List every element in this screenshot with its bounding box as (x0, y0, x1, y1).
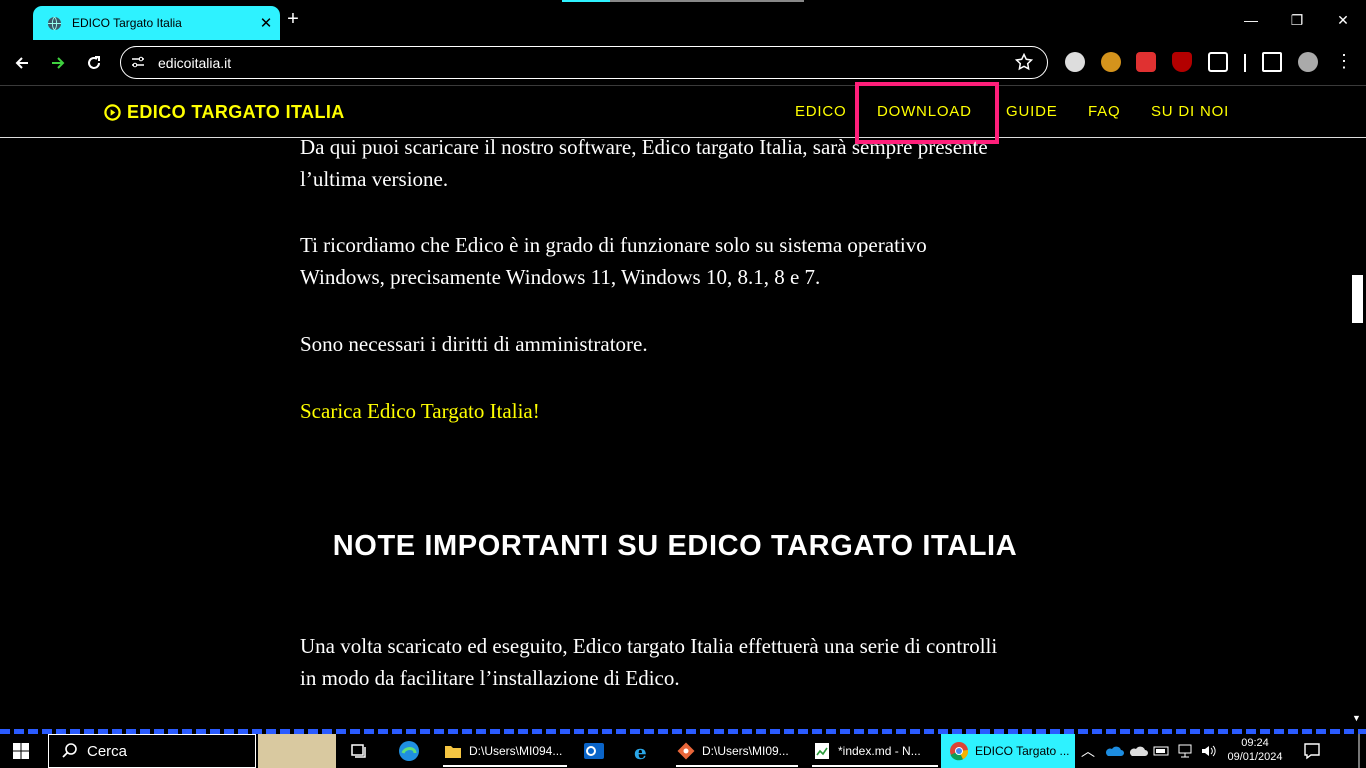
battery-icon[interactable] (1153, 734, 1171, 768)
brand-name: EDICO TARGATO ITALIA (127, 102, 345, 122)
taskbar-outlook[interactable] (582, 734, 606, 768)
admin-paragraph: Sono necessari i diritti di amministrato… (300, 332, 648, 356)
notepad-icon (815, 743, 829, 759)
taskbar-explorer[interactable]: D:\Users\MI094... (443, 734, 567, 768)
ublock-icon[interactable] (1172, 52, 1192, 72)
extension-ghost-icon[interactable] (1065, 52, 1085, 72)
git-icon (677, 742, 695, 760)
nav-faq[interactable]: FAQ (1088, 103, 1120, 120)
site-logo[interactable]: EDICO TARGATO ITALIA (104, 102, 345, 123)
play-circle-icon (104, 104, 121, 121)
taskbar-chrome[interactable]: EDICO Targato ... (941, 734, 1075, 768)
back-arrow-icon (15, 57, 28, 69)
forward-arrow-icon (52, 57, 65, 69)
menu-kebab-icon[interactable]: ⋮ (1334, 52, 1354, 72)
search-icon (62, 743, 77, 758)
site-info-icon[interactable] (130, 54, 146, 70)
clock-time: 09:24 (1241, 737, 1269, 749)
taskbar-notepad[interactable]: *index.md - N... (812, 734, 938, 768)
internet-explorer-icon: e (634, 740, 647, 763)
show-desktop-button[interactable] (1358, 734, 1360, 768)
close-window-button[interactable]: ✕ (1320, 6, 1366, 34)
restore-button[interactable]: ❐ (1274, 6, 1320, 34)
reload-button[interactable] (81, 50, 107, 76)
taskbar-notepad-label: *index.md - N... (838, 744, 921, 758)
back-button[interactable] (9, 50, 35, 76)
forward-button[interactable] (45, 50, 71, 76)
outlook-icon (584, 743, 604, 759)
tab-scroll-indicator (562, 0, 804, 2)
network-icon[interactable] (1177, 734, 1195, 768)
profile-avatar[interactable] (1298, 52, 1318, 72)
address-bar[interactable]: edicoitalia.it (120, 46, 1048, 79)
globe-icon (47, 16, 62, 30)
onedrive-icon[interactable] (1104, 734, 1124, 768)
windows-logo-icon (13, 743, 29, 759)
onedrive-personal-icon[interactable] (1128, 734, 1148, 768)
taskbar-search[interactable]: Cerca (48, 734, 256, 768)
scroll-down-arrow-icon[interactable]: ▼ (1352, 713, 1361, 723)
close-tab-icon[interactable]: ✕ (252, 14, 280, 32)
taskbar-ie[interactable]: e (630, 734, 654, 768)
note-paragraph: Una volta scaricato ed eseguito, Edico t… (300, 634, 998, 690)
minimize-button[interactable]: — (1228, 6, 1274, 34)
start-button[interactable] (12, 734, 30, 768)
section-heading: NOTE IMPORTANTI SU EDICO TARGATO ITALIA (332, 530, 1018, 562)
search-highlight-image[interactable] (258, 734, 336, 768)
browser-tab[interactable]: EDICO Targato Italia ✕ (33, 6, 280, 40)
taskbar-explorer-label: D:\Users\MI094... (469, 744, 563, 758)
task-view-button[interactable] (349, 734, 369, 768)
taskbar: Cerca D:\Users\MI094... e D:\Users\MI09.… (0, 734, 1366, 768)
clock-date: 09/01/2024 (1227, 751, 1283, 763)
reload-icon (88, 56, 100, 69)
scrollbar-thumb[interactable] (1352, 275, 1363, 323)
tab-strip: EDICO Targato Italia ✕ + — ❐ ✕ (0, 0, 1366, 40)
taskbar-git-label: D:\Users\MI09... (702, 744, 789, 758)
side-panel-icon[interactable] (1262, 52, 1282, 72)
taskbar-edge[interactable] (397, 734, 421, 768)
extension-gecko-icon[interactable] (1101, 52, 1121, 72)
tab-title: EDICO Targato Italia (72, 16, 182, 30)
taskbar-chrome-label: EDICO Targato ... (975, 744, 1070, 758)
nav-su-di-noi[interactable]: SU DI NOI (1151, 103, 1229, 120)
notifications-icon[interactable] (1303, 734, 1321, 768)
volume-icon[interactable] (1200, 734, 1218, 768)
svg-text:e: e (634, 740, 647, 763)
task-view-icon (351, 744, 366, 758)
url-text: edicoitalia.it (158, 55, 232, 71)
taskbar-git[interactable]: D:\Users\MI09... (676, 734, 798, 768)
toolbar-divider (1244, 54, 1246, 72)
show-hidden-icons-button[interactable]: ︿ (1081, 734, 1095, 768)
folder-icon (445, 746, 461, 758)
page-scrollbar[interactable] (1350, 138, 1366, 730)
nav-edico[interactable]: EDICO (795, 103, 847, 120)
intro-paragraph: Da qui puoi scaricare il nostro software… (300, 135, 988, 191)
edge-icon (399, 741, 419, 761)
download-link[interactable]: Scarica Edico Targato Italia! (300, 399, 540, 423)
os-paragraph: Ti ricordiamo che Edico è in grado di fu… (300, 233, 927, 289)
extensions-puzzle-icon[interactable] (1208, 52, 1228, 72)
taskbar-clock[interactable]: 09:24 09/01/2024 (1222, 734, 1288, 768)
browser-toolbar: edicoitalia.it ⋮ (0, 40, 1366, 86)
search-placeholder: Cerca (87, 742, 128, 760)
nav-guide[interactable]: GUIDE (1006, 103, 1058, 120)
new-tab-button[interactable]: + (282, 8, 304, 30)
extension-dots-icon[interactable] (1136, 52, 1156, 72)
chrome-icon (950, 742, 969, 761)
bookmark-star-icon[interactable] (1015, 53, 1033, 71)
